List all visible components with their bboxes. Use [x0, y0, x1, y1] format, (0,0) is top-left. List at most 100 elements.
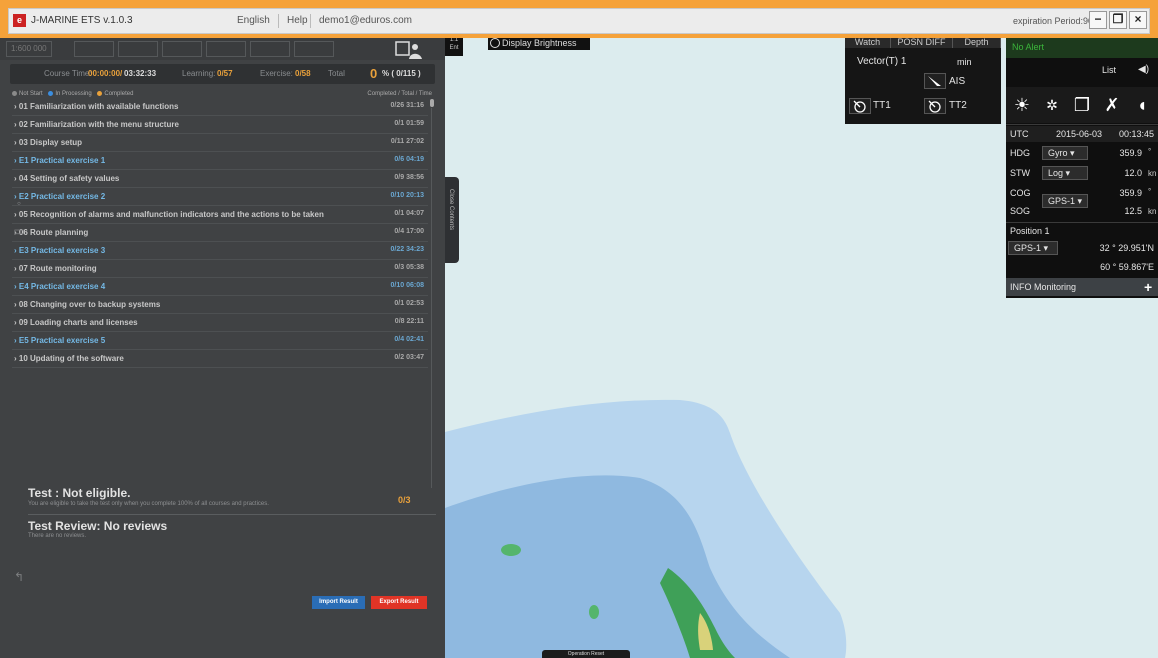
course-item[interactable]: › 01 Familiarization with available func…	[12, 98, 428, 116]
day-night-sun-icon[interactable]: ☀	[1008, 91, 1036, 119]
nav-icon-row: ☀ ✲ ❐ ✗ ◖	[1006, 87, 1158, 123]
latitude-value: 32 ° 29.951'N	[1099, 243, 1154, 253]
course-item[interactable]: › 03 Display setup 0/11 27:02	[12, 134, 428, 152]
edge-tool-icon[interactable]: ◦	[8, 196, 30, 212]
instructor-icon[interactable]	[395, 40, 425, 60]
course-item[interactable]: › E1 Practical exercise 1 0/6 04:19	[12, 152, 428, 170]
position-label: Position 1	[1010, 226, 1050, 236]
export-result-button[interactable]: Export Result	[371, 596, 427, 609]
completed-dot-icon	[97, 91, 103, 96]
course-panel: 1:600 000 Course Time: 00:00:00/ 03:32:3…	[0, 38, 445, 658]
restore-button[interactable]: ❐	[1109, 11, 1127, 29]
app-window: 1:600 000 Course Time: 00:00:00/ 03:32:3…	[0, 0, 1158, 658]
message-icon[interactable]: ◖	[1128, 91, 1156, 119]
course-item[interactable]: › E3 Practical exercise 3 0/22 34:23	[12, 242, 428, 260]
course-item-label: › E3 Practical exercise 3	[14, 246, 106, 255]
hdg-source-select[interactable]: Gyro ▾	[1042, 146, 1088, 160]
course-item-time: 0/2 03:47	[394, 354, 424, 361]
cog-sog-source-select[interactable]: GPS-1 ▾	[1042, 194, 1088, 208]
course-item[interactable]: › 07 Route monitoring 0/3 05:38	[12, 260, 428, 278]
test-review-title: Test Review: No reviews	[28, 519, 168, 533]
tt2-label: TT2	[949, 100, 967, 111]
user-email[interactable]: demo1@eduros.com	[319, 15, 412, 26]
course-item-label: › 05 Recognition of alarms and malfuncti…	[14, 210, 324, 219]
position-source-select[interactable]: GPS-1 ▾	[1008, 241, 1058, 255]
course-item[interactable]: › 09 Loading charts and licenses 0/8 22:1…	[12, 314, 428, 332]
info-monitoring-bar[interactable]: INFO Monitoring +	[1006, 278, 1158, 296]
ais-toggle-button[interactable]	[924, 73, 946, 89]
course-item-time: 0/1 01:59	[394, 120, 424, 127]
stw-source-select[interactable]: Log ▾	[1042, 166, 1088, 180]
vector-panel: Watch POSN DIFF Depth Vector(T) 1 min AI…	[845, 36, 1001, 124]
list-scroll-track[interactable]	[431, 108, 432, 488]
edge-tool-icon[interactable]: ▭	[8, 224, 30, 240]
list-scrollbar-thumb[interactable]	[430, 99, 434, 107]
legend-completed-total-time: Completed / Total / Time	[367, 91, 432, 97]
test-review-note: There are no reviews.	[28, 533, 87, 539]
tt2-button[interactable]	[924, 98, 946, 114]
course-item-label: › 09 Loading charts and licenses	[14, 318, 138, 327]
brightness-icon	[490, 38, 500, 48]
utc-time: 00:13:45	[1118, 129, 1154, 139]
vector-unit: min	[957, 57, 972, 67]
add-icon[interactable]: +	[1144, 279, 1152, 295]
toolbar-tab[interactable]	[294, 41, 334, 57]
position-row: GPS-1 ▾ 32 ° 29.951'N 60 ° 59.867'E	[1006, 240, 1158, 276]
toolbar-tab[interactable]	[250, 41, 290, 57]
course-time-label: Course Time:	[44, 69, 92, 78]
test-score: 0/3	[398, 495, 411, 505]
course-item-time: 0/22 34:23	[390, 246, 424, 253]
course-item[interactable]: › 04 Setting of safety values 0/9 38:56	[12, 170, 428, 188]
in-progress-dot-icon	[48, 91, 54, 96]
hdg-source-value: Gyro	[1048, 148, 1068, 158]
course-item[interactable]: › 05 Recognition of alarms and malfuncti…	[12, 206, 428, 224]
vector-label: Vector(T) 1	[857, 56, 907, 67]
mini-toolbar-button[interactable]: 1:1 Ent	[445, 36, 463, 56]
language-link[interactable]: English	[237, 15, 270, 26]
list-button[interactable]: List	[1102, 65, 1116, 75]
course-item[interactable]: › E4 Practical exercise 4 0/10 06:08	[12, 278, 428, 296]
minimize-button[interactable]: −	[1089, 11, 1107, 29]
toolbar-tab[interactable]	[206, 41, 246, 57]
help-link[interactable]: Help	[287, 15, 308, 26]
course-item[interactable]: › 02 Familiarization with the menu struc…	[12, 116, 428, 134]
learning-label: Learning:	[182, 69, 216, 78]
toolbar-tab[interactable]	[74, 41, 114, 57]
display-brightness-button[interactable]: Display Brightness	[488, 36, 590, 50]
course-item[interactable]: › 06 Route planning 0/4 17:00	[12, 224, 428, 242]
close-contents-tab[interactable]: Close Contents	[445, 177, 459, 263]
course-item[interactable]: › E5 Practical exercise 5 0/4 02:41	[12, 332, 428, 350]
navigation-panel: No Alert List ◀) ☀ ✲ ❐ ✗ ◖ UTC 2015-06-0…	[1006, 36, 1158, 298]
course-item-time: 0/26 31:16	[390, 102, 424, 109]
toolbar-tab[interactable]	[118, 41, 158, 57]
course-item[interactable]: › E2 Practical exercise 2 0/10 20:13	[12, 188, 428, 206]
windows-icon[interactable]: ❐	[1068, 91, 1096, 119]
hdg-value: 359.9	[1119, 148, 1142, 158]
settings-icon[interactable]: ✲	[1038, 91, 1066, 119]
exercise-label: Exercise:	[260, 69, 293, 78]
operation-reset-tab[interactable]: Operation Reset	[542, 650, 630, 658]
course-item[interactable]: › 10 Updating of the software 0/2 03:47	[12, 350, 428, 368]
longitude-value: 60 ° 59.867'E	[1100, 262, 1154, 272]
toolbar-tab[interactable]	[162, 41, 202, 57]
course-item-time: 0/8 22:11	[394, 318, 424, 325]
section-divider	[28, 514, 436, 515]
tt1-button[interactable]	[849, 98, 871, 114]
course-item[interactable]: › 08 Changing over to backup systems 0/1 …	[12, 296, 428, 314]
course-item-time: 0/10 06:08	[390, 282, 424, 289]
course-item-label: › 02 Familiarization with the menu struc…	[14, 120, 179, 129]
course-item-label: › 08 Changing over to backup systems	[14, 300, 161, 309]
route-icon[interactable]: ✗	[1098, 91, 1126, 119]
target-icon	[928, 100, 941, 113]
alert-status: No Alert	[1012, 42, 1045, 52]
alert-bar[interactable]: No Alert	[1006, 36, 1158, 58]
speaker-icon[interactable]: ◀)	[1138, 64, 1149, 75]
import-result-button[interactable]: Import Result	[312, 596, 365, 609]
legend-not-start: Not Start	[19, 91, 43, 98]
expiration-period: expiration Period:90	[1013, 16, 1094, 26]
close-button[interactable]: ×	[1129, 11, 1147, 29]
course-item-label: › E1 Practical exercise 1	[14, 156, 106, 165]
undo-arrow-icon[interactable]: ↰	[8, 570, 30, 586]
course-time-total: 03:32:33	[124, 69, 157, 78]
divider	[310, 14, 311, 28]
